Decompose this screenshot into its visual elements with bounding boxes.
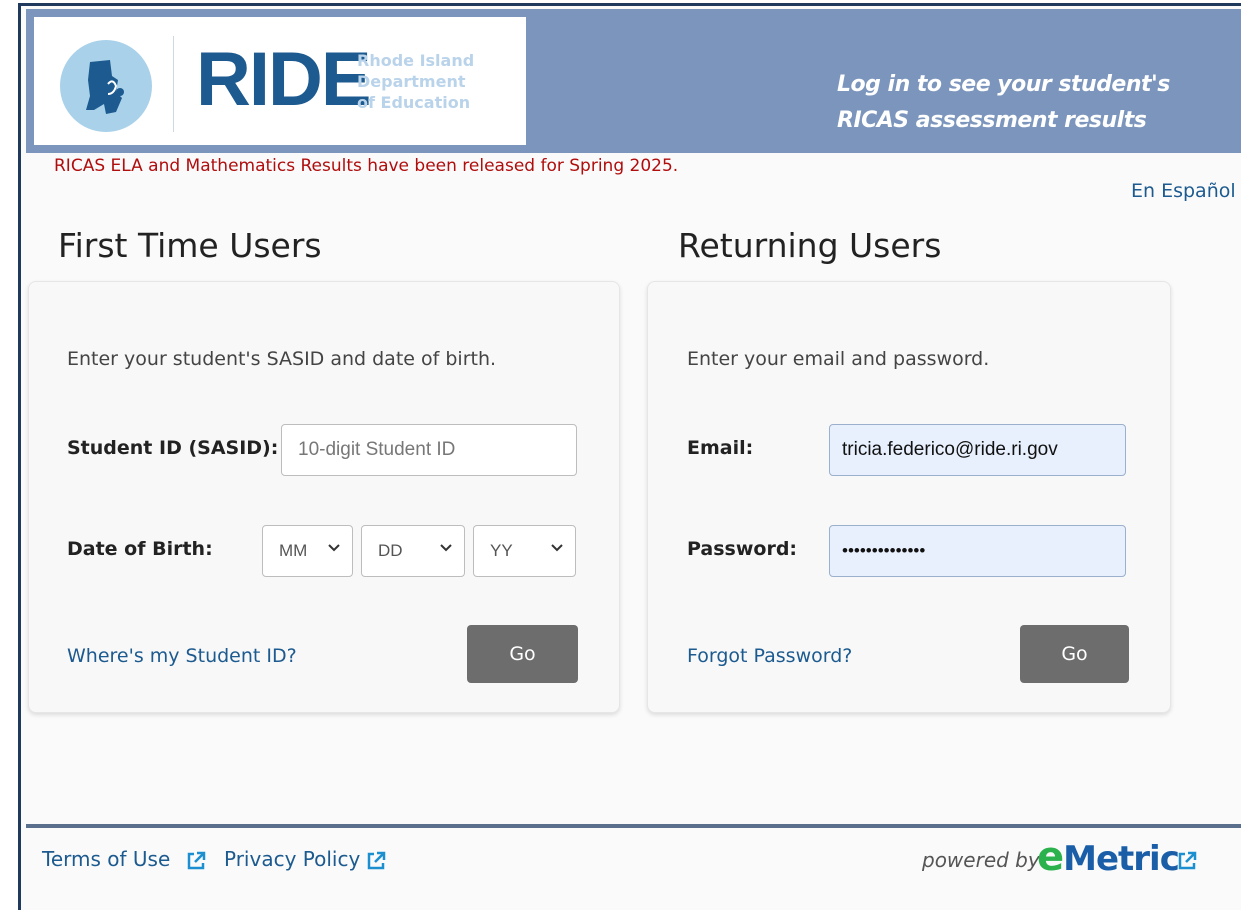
dob-month-value: MM xyxy=(279,541,308,560)
forgot-password-link[interactable]: Forgot Password? xyxy=(687,645,852,667)
external-link-icon[interactable] xyxy=(365,850,387,872)
date-of-birth-label: Date of Birth: xyxy=(67,538,213,560)
footer-divider xyxy=(26,824,1241,828)
emetric-logo-e: e xyxy=(1037,834,1064,880)
first-time-users-title: First Time Users xyxy=(58,226,322,265)
terms-of-use-link[interactable]: Terms of Use xyxy=(42,847,170,871)
dob-month-select[interactable]: MM xyxy=(262,525,353,577)
logo-divider xyxy=(173,36,174,132)
spanish-language-link[interactable]: En Español xyxy=(1131,180,1236,202)
powered-by-text: powered by xyxy=(922,848,1040,872)
returning-users-title: Returning Users xyxy=(678,226,942,265)
emetric-logo[interactable]: eMetric xyxy=(1037,834,1180,880)
chevron-down-icon xyxy=(440,544,452,552)
first-time-instruction: Enter your student's SASID and date of b… xyxy=(67,348,497,370)
dob-year-select[interactable]: YY xyxy=(473,525,576,577)
student-id-input[interactable] xyxy=(281,424,577,476)
dob-year-value: YY xyxy=(490,541,513,560)
first-time-go-button[interactable]: Go xyxy=(467,625,578,683)
privacy-policy-link[interactable]: Privacy Policy xyxy=(224,847,360,871)
external-link-icon[interactable] xyxy=(185,850,207,872)
logo-wordmark: RIDE xyxy=(196,37,372,122)
header-tagline: Log in to see your student's RICAS asses… xyxy=(837,72,1170,133)
chevron-down-icon xyxy=(328,544,340,552)
chevron-down-icon xyxy=(551,544,563,552)
returning-instruction: Enter your email and password. xyxy=(687,348,990,370)
release-notice: RICAS ELA and Mathematics Results have b… xyxy=(54,156,679,176)
password-label: Password: xyxy=(687,538,798,560)
emetric-logo-rest: Metric xyxy=(1063,839,1180,879)
logo-subtitle: Rhode Island Department of Education xyxy=(357,51,475,112)
dob-day-value: DD xyxy=(378,541,403,560)
password-input[interactable]: •••••••••••••• xyxy=(829,525,1126,577)
external-link-icon[interactable] xyxy=(1176,850,1198,872)
returning-go-button[interactable]: Go xyxy=(1020,625,1129,683)
wheres-my-student-id-link[interactable]: Where's my Student ID? xyxy=(67,645,297,667)
email-label: Email: xyxy=(687,437,754,459)
student-id-label: Student ID (SASID): xyxy=(67,437,279,459)
email-input[interactable] xyxy=(829,424,1126,476)
dob-day-select[interactable]: DD xyxy=(361,525,465,577)
rhode-island-map-icon xyxy=(60,40,152,132)
